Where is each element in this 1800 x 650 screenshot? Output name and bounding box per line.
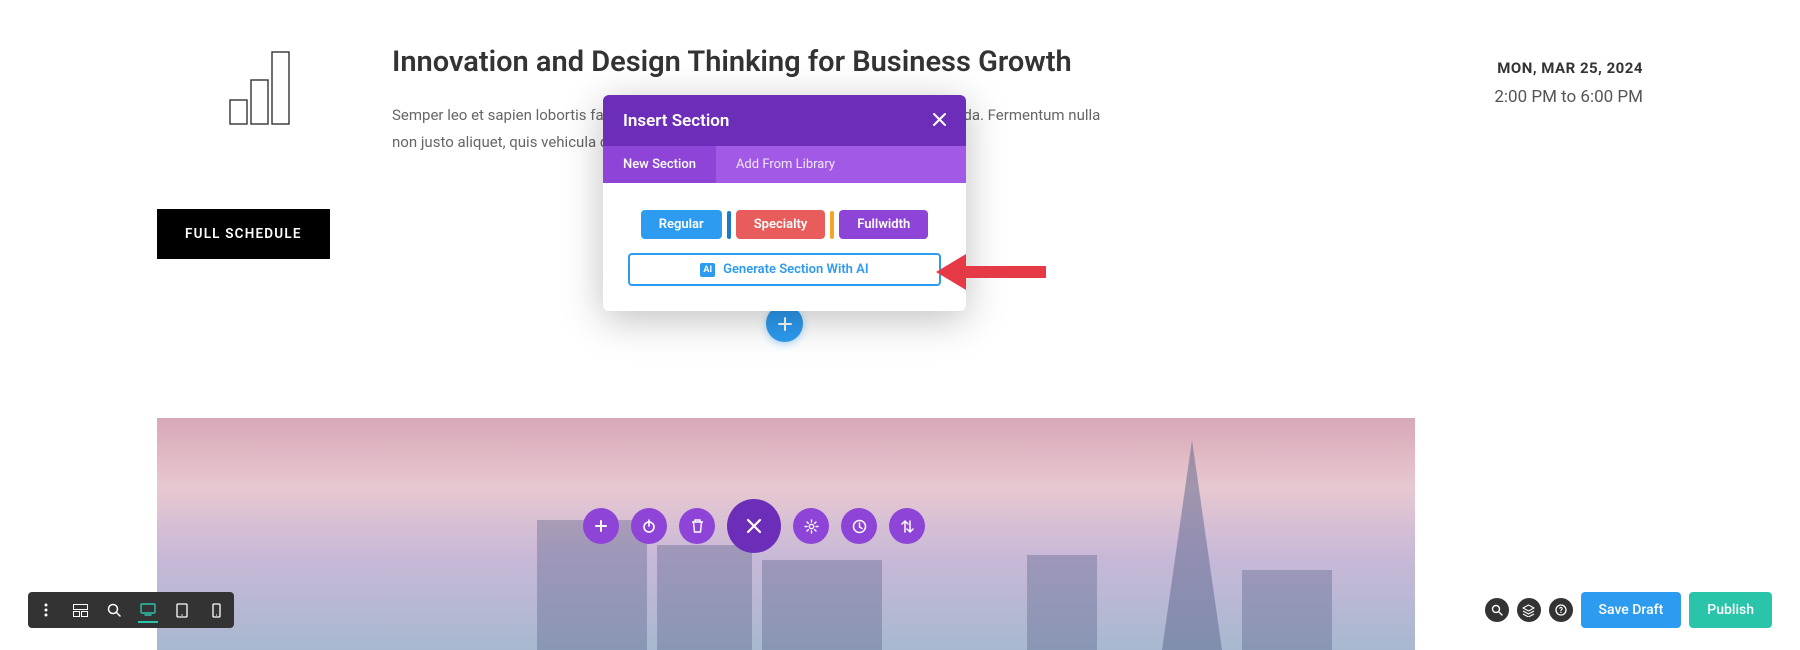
trash-icon	[691, 519, 704, 533]
layers-icon	[1522, 604, 1535, 617]
search-button[interactable]	[1485, 598, 1509, 622]
more-vertical-icon	[44, 603, 48, 617]
layers-button[interactable]	[1517, 598, 1541, 622]
phone-view-button[interactable]	[206, 597, 226, 623]
generate-with-ai-button[interactable]: AI Generate Section With AI	[628, 253, 941, 286]
event-title: Innovation and Design Thinking for Busin…	[392, 45, 1353, 80]
toolbar-sort-button[interactable]	[889, 508, 925, 544]
modal-title: Insert Section	[623, 111, 729, 131]
bottom-right-toolbar: ? Save Draft Publish	[1485, 592, 1772, 628]
event-time: 2:00 PM to 6:00 PM	[1383, 87, 1643, 107]
toolbar-power-button[interactable]	[631, 508, 667, 544]
toolbar-settings-button[interactable]	[793, 508, 829, 544]
bottom-left-toolbar	[28, 592, 234, 628]
svg-text:?: ?	[1559, 606, 1563, 615]
fullwidth-section-button[interactable]: Fullwidth	[839, 210, 928, 239]
search-icon	[1491, 604, 1503, 616]
insert-section-modal: Insert Section New Section Add From Libr…	[603, 95, 966, 311]
close-icon	[746, 518, 762, 534]
desktop-icon	[140, 603, 156, 616]
help-icon: ?	[1555, 604, 1567, 616]
wireframe-icon	[73, 604, 88, 617]
drag-handle-specialty[interactable]	[830, 211, 834, 239]
specialty-section-button[interactable]: Specialty	[736, 210, 826, 239]
event-date: MON, MAR 25, 2024	[1383, 59, 1643, 77]
tab-new-section[interactable]: New Section	[603, 146, 716, 183]
gear-icon	[804, 519, 819, 534]
toolbar-close-button[interactable]	[727, 499, 781, 553]
tablet-icon	[176, 603, 188, 618]
power-icon	[642, 519, 656, 533]
plus-icon	[778, 317, 792, 331]
toolbar-history-button[interactable]	[841, 508, 877, 544]
tablet-view-button[interactable]	[172, 597, 192, 623]
sort-arrows-icon	[901, 519, 914, 534]
ai-badge-icon: AI	[700, 263, 715, 277]
close-icon[interactable]	[933, 110, 946, 131]
modal-tabs: New Section Add From Library	[603, 146, 966, 183]
toolbar-add-button[interactable]	[583, 508, 619, 544]
publish-button[interactable]: Publish	[1689, 592, 1772, 628]
clock-icon	[852, 519, 867, 534]
tab-add-from-library[interactable]: Add From Library	[716, 146, 855, 183]
toolbar-delete-button[interactable]	[679, 508, 715, 544]
section-toolbar	[583, 499, 925, 553]
section-type-row: Regular Specialty Fullwidth	[628, 210, 941, 239]
zoom-icon	[107, 603, 121, 617]
drag-handle-regular[interactable]	[727, 211, 731, 239]
help-button[interactable]: ?	[1549, 598, 1573, 622]
ai-button-label: Generate Section With AI	[723, 262, 869, 277]
more-options-button[interactable]	[36, 597, 56, 623]
wireframe-view-button[interactable]	[70, 597, 90, 623]
modal-header[interactable]: Insert Section	[603, 95, 966, 146]
zoom-button[interactable]	[104, 597, 124, 623]
plus-icon	[595, 520, 607, 532]
desktop-view-button[interactable]	[138, 597, 158, 623]
phone-icon	[212, 603, 221, 618]
full-schedule-button[interactable]: FULL SCHEDULE	[157, 209, 330, 259]
regular-section-button[interactable]: Regular	[641, 210, 722, 239]
save-draft-button[interactable]: Save Draft	[1581, 592, 1682, 628]
bar-chart-icon	[157, 45, 362, 126]
